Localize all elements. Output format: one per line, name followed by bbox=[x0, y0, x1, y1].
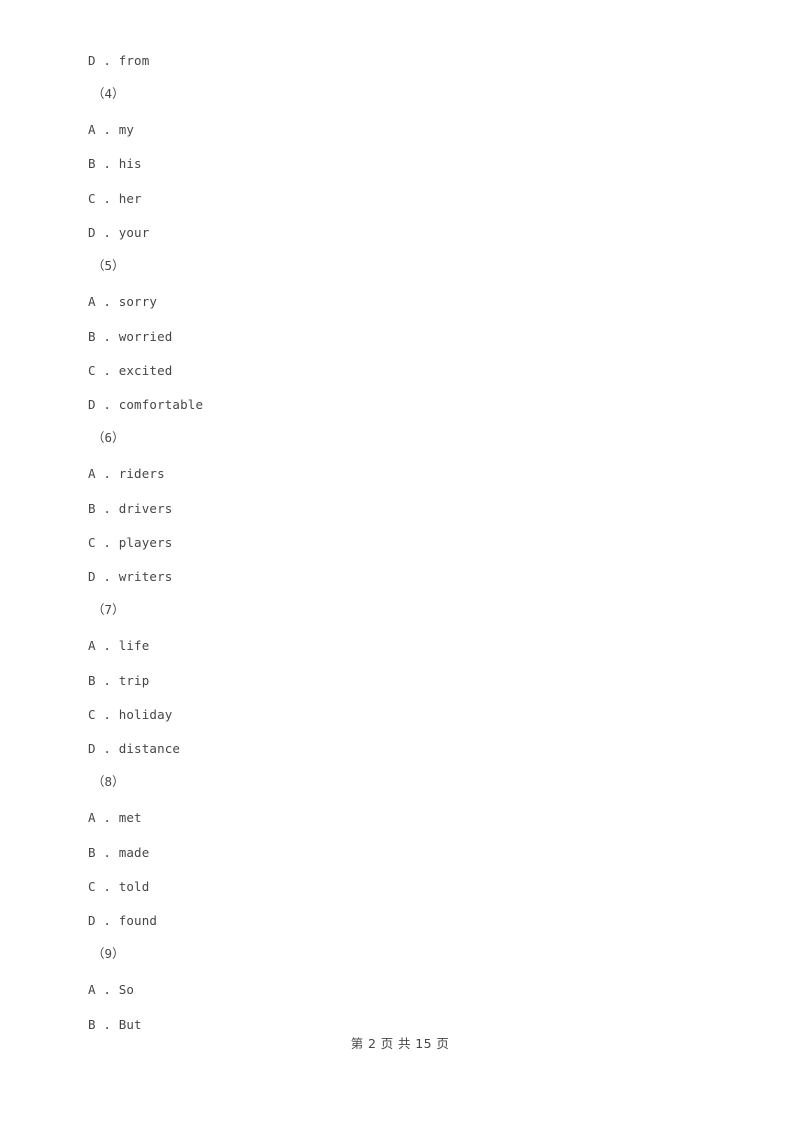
answer-option: B . drivers bbox=[88, 501, 173, 516]
answer-option: D . distance bbox=[88, 741, 181, 756]
answer-option: C . excited bbox=[88, 363, 173, 378]
answer-option: A . riders bbox=[88, 466, 165, 481]
answer-option: B . trip bbox=[88, 673, 150, 688]
answer-option: B . his bbox=[88, 156, 142, 171]
document-page: D . from （4） A . my B . his C . her D . your （… bbox=[0, 0, 800, 1132]
answer-option: A . life bbox=[88, 638, 150, 653]
answer-option: B . But bbox=[88, 1017, 142, 1032]
answer-option: B . worried bbox=[88, 329, 173, 344]
question-number: （8） bbox=[92, 774, 125, 789]
page-footer: 第 2 页 共 15 页 bbox=[350, 1036, 450, 1051]
answer-option: A . So bbox=[88, 982, 135, 997]
question-number: （9） bbox=[92, 946, 125, 961]
answer-option: C . her bbox=[88, 191, 142, 206]
answer-option: C . players bbox=[88, 535, 173, 550]
answer-option: D . from bbox=[88, 53, 150, 68]
answer-option: D . comfortable bbox=[88, 397, 204, 412]
question-number: （5） bbox=[92, 258, 125, 273]
answer-option: A . met bbox=[88, 810, 142, 825]
question-number: （7） bbox=[92, 602, 125, 617]
answer-option: A . sorry bbox=[88, 294, 158, 309]
answer-option: C . holiday bbox=[88, 707, 173, 722]
answer-option: D . writers bbox=[88, 569, 173, 584]
question-number: （6） bbox=[92, 430, 125, 445]
answer-option: C . told bbox=[88, 879, 150, 894]
answer-option: B . made bbox=[88, 845, 150, 860]
answer-option: D . found bbox=[88, 913, 158, 928]
answer-option: D . your bbox=[88, 225, 150, 240]
answer-option: A . my bbox=[88, 122, 135, 137]
question-number: （4） bbox=[92, 86, 125, 101]
